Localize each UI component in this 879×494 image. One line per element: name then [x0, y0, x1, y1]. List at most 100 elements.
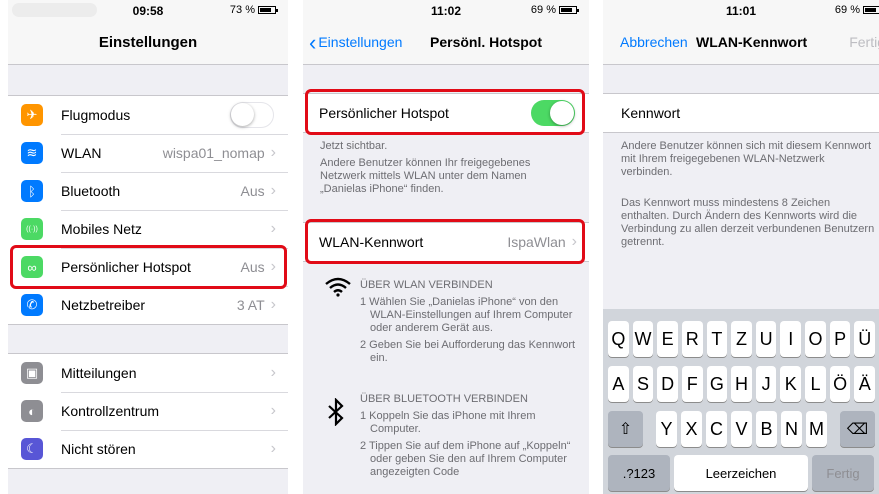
password-field-row[interactable]: Kennwort: [603, 94, 879, 132]
others-note: Andere Benutzer können Ihr freigegebenes…: [320, 157, 531, 195]
bt-step-2: 2 Tippen Sie auf dem iPhone auf „Koppeln…: [360, 440, 571, 478]
wlan-password-screen: 11:01 69 % Abbrechen WLAN-Kennwort Ferti…: [603, 0, 879, 494]
nav-bar: ‹ Einstellungen Persönl. Hotspot: [303, 20, 589, 65]
settings-row-bluetooth[interactable]: ᛒ Bluetooth Aus ›: [8, 172, 288, 210]
visible-note: Jetzt sichtbar.: [320, 140, 388, 152]
key-c[interactable]: C: [706, 411, 727, 447]
row-separator: [61, 392, 288, 393]
key-j[interactable]: J: [755, 366, 777, 402]
hotspot-screen: 11:02 69 % ‹ Einstellungen Persönl. Hotsp…: [303, 0, 589, 494]
keyboard-done-key[interactable]: Fertig: [812, 455, 874, 491]
row-label: Nicht stören: [61, 441, 136, 457]
settings-row-moon[interactable]: ☾ Nicht stören ›: [8, 430, 288, 468]
control-center-icon: ◐: [21, 400, 43, 422]
key-ü[interactable]: Ü: [854, 321, 876, 357]
back-button[interactable]: ‹ Einstellungen: [309, 20, 402, 65]
key-k[interactable]: K: [780, 366, 802, 402]
key-i[interactable]: I: [780, 321, 802, 357]
highlight-hotspot-setting: [10, 245, 287, 289]
keyboard-row-2: ASDFGHJKLÖÄ: [608, 366, 879, 402]
password-note-1: Andere Benutzer können sich mit diesem K…: [621, 140, 872, 178]
moon-icon: ☾: [21, 438, 43, 460]
row-separator: [61, 172, 288, 173]
key-d[interactable]: D: [657, 366, 678, 402]
key-e[interactable]: E: [657, 321, 678, 357]
key-g[interactable]: G: [706, 366, 728, 402]
key-l[interactable]: L: [805, 366, 826, 402]
nav-bar: Einstellungen: [8, 20, 288, 65]
wlan-step-2: 2 Geben Sie bei Aufforderung das Kennwor…: [360, 339, 576, 364]
keyboard-row-3: ⇧ YXCVBNM ⌫: [608, 411, 879, 447]
settings-row-phone[interactable]: ✆ Netzbetreiber 3 AT ›: [8, 286, 288, 324]
settings-row-notifications[interactable]: ▣ Mitteilungen ›: [8, 354, 288, 392]
airplane-mode-toggle[interactable]: [230, 102, 274, 128]
highlight-hotspot-row: [305, 89, 585, 135]
key-a[interactable]: A: [608, 366, 629, 402]
row-value: Aus: [240, 183, 265, 199]
row-label: Netzbetreiber: [61, 297, 146, 313]
key-m[interactable]: M: [806, 411, 827, 447]
phone-icon: ✆: [21, 294, 43, 316]
back-label: Einstellungen: [318, 34, 403, 50]
key-q[interactable]: Q: [608, 321, 629, 357]
key-u[interactable]: U: [755, 321, 777, 357]
chevron-right-icon: ›: [270, 364, 276, 381]
key-v[interactable]: V: [731, 411, 752, 447]
done-button[interactable]: Fertig: [849, 20, 879, 65]
row-label: Kontrollzentrum: [61, 403, 160, 419]
status-bar: 09:58 73 %: [8, 0, 288, 20]
password-field-group: Kennwort: [603, 93, 879, 133]
key-f[interactable]: F: [681, 366, 703, 402]
cellular-icon: ((·)): [21, 218, 43, 240]
key-b[interactable]: B: [756, 411, 777, 447]
battery-indicator: 73 %: [229, 4, 278, 16]
wlan-step-1: 1 Wählen Sie „Danielas iPhone“ von den W…: [360, 296, 573, 334]
space-key[interactable]: Leerzeichen: [674, 455, 808, 491]
chevron-right-icon: ›: [270, 144, 276, 161]
chevron-right-icon: ›: [270, 296, 276, 313]
battery-percent: 73 %: [229, 4, 255, 16]
battery-indicator: 69 %: [531, 4, 579, 16]
settings-row-wifi[interactable]: ≋ WLAN wispa01_nomap ›: [8, 134, 288, 172]
key-p[interactable]: P: [829, 321, 851, 357]
key-n[interactable]: N: [781, 411, 802, 447]
row-separator: [61, 210, 288, 211]
key-y[interactable]: Y: [656, 411, 677, 447]
notifications-icon: ▣: [21, 362, 43, 384]
key-w[interactable]: W: [632, 321, 654, 357]
key-r[interactable]: R: [681, 321, 703, 357]
settings-row-control-center[interactable]: ◐ Kontrollzentrum ›: [8, 392, 288, 430]
settings-row-airplane[interactable]: ✈ Flugmodus: [8, 96, 288, 134]
chevron-left-icon: ‹: [309, 30, 317, 55]
password-note-2: Das Kennwort muss mindestens 8 Zeichen e…: [621, 197, 875, 248]
cancel-button[interactable]: Abbrechen: [620, 20, 688, 65]
row-label: Mitteilungen: [61, 365, 137, 381]
key-h[interactable]: H: [731, 366, 752, 402]
settings-row-cellular[interactable]: ((·)) Mobiles Netz ›: [8, 210, 288, 248]
key-z[interactable]: Z: [731, 321, 752, 357]
row-separator: [61, 430, 288, 431]
nav-bar: Abbrechen WLAN-Kennwort Fertig: [603, 20, 879, 65]
key-ö[interactable]: Ö: [829, 366, 851, 402]
chevron-right-icon: ›: [270, 220, 276, 237]
shift-key[interactable]: ⇧: [608, 411, 643, 447]
key-x[interactable]: X: [681, 411, 702, 447]
key-t[interactable]: T: [706, 321, 728, 357]
page-title: WLAN-Kennwort: [696, 34, 808, 50]
numbers-key[interactable]: .?123: [608, 455, 670, 491]
key-s[interactable]: S: [632, 366, 654, 402]
row-label: WLAN: [61, 145, 102, 161]
wlan-heading: ÜBER WLAN VERBINDEN: [360, 279, 493, 291]
chevron-right-icon: ›: [270, 182, 276, 199]
key-o[interactable]: O: [805, 321, 826, 357]
row-label: Bluetooth: [61, 183, 121, 199]
bluetooth-icon: [328, 397, 344, 433]
key-ä[interactable]: Ä: [854, 366, 876, 402]
backspace-key[interactable]: ⌫: [840, 411, 875, 447]
status-bar: 11:02 69 %: [303, 0, 589, 20]
keyboard: QWERTZUIOPÜ ASDFGHJKLÖÄ ⇧ YXCVBNM ⌫ .?12…: [603, 309, 879, 494]
settings-screen: 09:58 73 % Einstellungen ✈ Flugmodus ≋ WLAN…: [8, 0, 288, 494]
bt-heading: ÜBER BLUETOOTH VERBINDEN: [360, 393, 528, 405]
airplane-icon: ✈: [21, 104, 43, 126]
battery-icon: [559, 6, 579, 14]
